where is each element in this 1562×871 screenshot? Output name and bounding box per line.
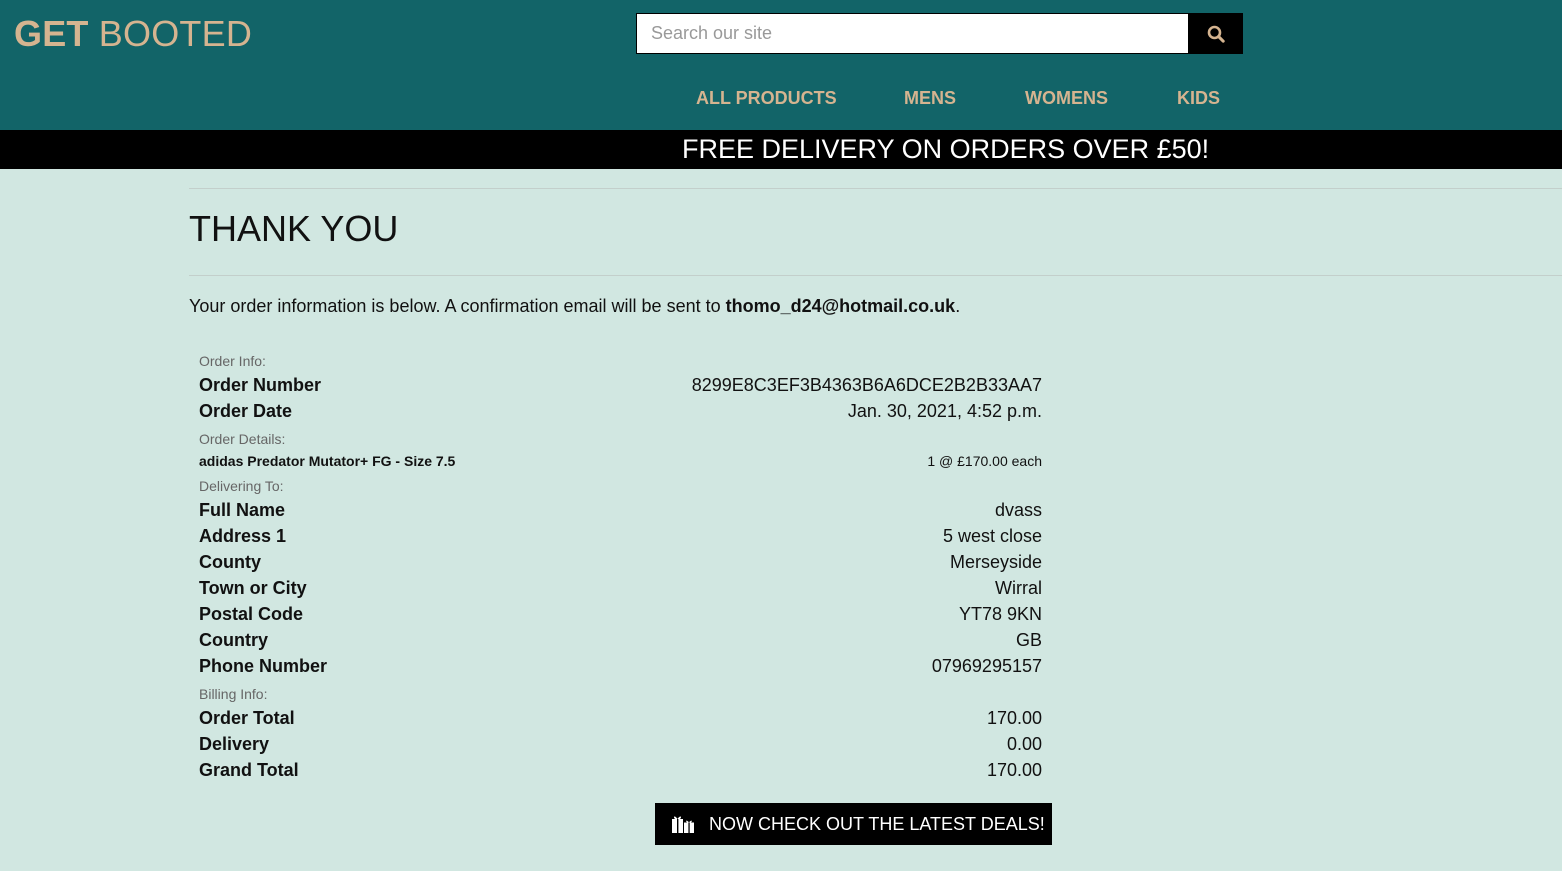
order-date-label: Order Date	[199, 401, 293, 421]
grand-total-value: 170.00	[986, 760, 1042, 780]
order-info-label: Order Info:	[199, 353, 266, 369]
billing-info-label: Billing Info:	[199, 686, 268, 702]
intro-text: Your order information is below. A confi…	[189, 296, 726, 316]
latest-deals-button[interactable]: NOW CHECK OUT THE LATEST DEALS!	[655, 803, 1052, 845]
delivery-value: 0.00	[1006, 734, 1042, 754]
confirmation-message: Your order information is below. A confi…	[189, 296, 960, 317]
delivery-row: Delivery 0.00	[199, 734, 1042, 755]
order-number-value: 8299E8C3EF3B4363B6A6DCE2B2B33AA7	[691, 375, 1042, 395]
phone-number-label: Phone Number	[199, 656, 328, 676]
gifts-icon	[672, 816, 694, 833]
search-input[interactable]	[636, 13, 1189, 54]
postal-code-value: YT78 9KN	[958, 604, 1042, 624]
order-item-name: adidas Predator Mutator+ FG - Size 7.5	[199, 453, 456, 469]
order-number-label: Order Number	[199, 375, 322, 395]
search-button[interactable]	[1189, 13, 1243, 54]
country-label: Country	[199, 630, 268, 650]
postal-code-label: Postal Code	[199, 604, 304, 624]
nav-womens[interactable]: WOMENS	[1025, 88, 1108, 109]
site-header: GET BOOTED ALL PRODUCTS MENS WOMENS KIDS	[0, 0, 1562, 130]
postal-code-row: Postal Code YT78 9KN	[199, 604, 1042, 625]
nav-kids[interactable]: KIDS	[1177, 88, 1220, 109]
town-city-row: Town or City Wirral	[199, 578, 1042, 599]
page-title: THANK YOU	[189, 208, 399, 249]
full-name-value: dvass	[994, 500, 1042, 520]
town-city-value: Wirral	[995, 578, 1042, 598]
divider-top	[189, 188, 1562, 189]
full-name-row: Full Name dvass	[199, 500, 1042, 521]
phone-number-value: 07969295157	[931, 656, 1042, 676]
town-city-label: Town or City	[199, 578, 307, 598]
order-total-value: 170.00	[986, 708, 1042, 728]
order-item-row: adidas Predator Mutator+ FG - Size 7.5 1…	[199, 453, 1042, 469]
address-1-row: Address 1 5 west close	[199, 526, 1042, 547]
search-form	[636, 13, 1243, 54]
grand-total-label: Grand Total	[199, 760, 299, 780]
county-row: County Merseyside	[199, 552, 1042, 573]
divider-title	[189, 275, 1562, 276]
address-1-label: Address 1	[199, 526, 287, 546]
order-date-value: Jan. 30, 2021, 4:52 p.m.	[847, 401, 1042, 421]
grand-total-row: Grand Total 170.00	[199, 760, 1042, 781]
order-date-row: Order Date Jan. 30, 2021, 4:52 p.m.	[199, 401, 1042, 422]
nav-all-products[interactable]: ALL PRODUCTS	[696, 88, 837, 109]
order-total-row: Order Total 170.00	[199, 708, 1042, 729]
main-nav: ALL PRODUCTS MENS WOMENS KIDS	[0, 88, 1562, 110]
order-details-label: Order Details:	[199, 431, 286, 447]
site-logo[interactable]: GET BOOTED	[14, 13, 252, 55]
nav-mens[interactable]: MENS	[904, 88, 956, 109]
latest-deals-label: NOW CHECK OUT THE LATEST DEALS!	[709, 813, 1045, 834]
county-label: County	[199, 552, 261, 572]
intro-suffix: .	[955, 296, 961, 316]
address-1-value: 5 west close	[942, 526, 1042, 546]
logo-bold-text: GET	[14, 13, 89, 54]
full-name-label: Full Name	[199, 500, 286, 520]
delivery-label: Delivery	[199, 734, 270, 754]
order-item-qty-price: 1 @ £170.00 each	[927, 453, 1042, 469]
country-row: Country GB	[199, 630, 1042, 651]
country-value: GB	[1015, 630, 1042, 650]
search-icon	[1207, 25, 1225, 43]
delivery-banner: FREE DELIVERY ON ORDERS OVER £50!	[0, 130, 1562, 169]
logo-text: BOOTED	[88, 13, 253, 54]
order-number-row: Order Number 8299E8C3EF3B4363B6A6DCE2B2B…	[199, 375, 1042, 396]
delivering-to-label: Delivering To:	[199, 478, 284, 494]
customer-email: thomo_d24@hotmail.co.uk	[725, 296, 956, 316]
delivery-banner-text: FREE DELIVERY ON ORDERS OVER £50!	[682, 134, 1210, 164]
order-total-label: Order Total	[199, 708, 295, 728]
phone-number-row: Phone Number 07969295157	[199, 656, 1042, 677]
county-value: Merseyside	[949, 552, 1042, 572]
